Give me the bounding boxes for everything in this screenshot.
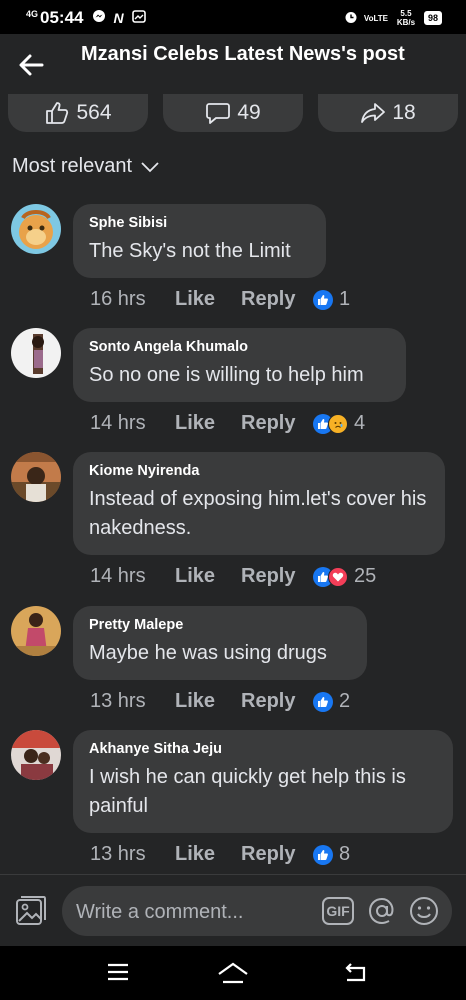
avatar[interactable] bbox=[11, 606, 61, 656]
comments-count-button[interactable]: 49 bbox=[163, 94, 303, 132]
volte-indicator: VoLTE bbox=[363, 13, 388, 23]
comment-bubble[interactable]: Sphe Sibisi The Sky's not the Limit bbox=[73, 204, 326, 278]
comment-time: 13 hrs bbox=[90, 843, 146, 865]
love-reaction-icon bbox=[328, 566, 348, 587]
battery-indicator: 98 bbox=[423, 11, 442, 25]
avatar[interactable] bbox=[11, 730, 61, 780]
like-reaction-icon bbox=[313, 289, 333, 310]
page-title: Mzansi Celebs Latest News's post bbox=[81, 43, 405, 65]
comment-time: 14 hrs bbox=[90, 412, 146, 434]
avatar[interactable] bbox=[11, 204, 61, 254]
reaction-count: 1 bbox=[339, 288, 351, 310]
home-icon[interactable] bbox=[216, 961, 250, 985]
shares-count-button[interactable]: 18 bbox=[318, 94, 458, 132]
reply-button[interactable]: Reply bbox=[241, 690, 313, 713]
comment-text: So no one is willing to help him bbox=[89, 364, 364, 386]
reaction-summary[interactable]: 2 bbox=[313, 690, 350, 713]
comment-time: 16 hrs bbox=[90, 288, 146, 310]
like-button[interactable]: Like bbox=[175, 412, 241, 435]
comment-text: I wish he can quickly get help this is p… bbox=[89, 766, 406, 817]
reaction-count: 4 bbox=[354, 412, 366, 434]
reply-button[interactable]: Reply bbox=[241, 843, 313, 866]
comment-actions: 16 hrs Like Reply 1 bbox=[90, 288, 350, 311]
photo-icon[interactable] bbox=[14, 894, 48, 928]
recent-apps-icon[interactable] bbox=[106, 961, 130, 983]
gif-button[interactable]: GIF bbox=[322, 897, 354, 925]
reaction-summary[interactable]: 1 bbox=[313, 288, 350, 311]
sad-reaction-icon bbox=[328, 413, 348, 434]
comment-time: 14 hrs bbox=[90, 565, 146, 587]
like-button[interactable]: Like bbox=[175, 565, 241, 588]
comment-bubble[interactable]: Kiome Nyirenda Instead of exposing him.l… bbox=[73, 452, 445, 555]
comment-actions: 14 hrs Like Reply 4 bbox=[90, 412, 365, 435]
like-button[interactable]: Like bbox=[175, 288, 241, 311]
status-bar: 4G 05:44 N VoLTE 5.5 KB/s 98 bbox=[0, 0, 466, 34]
comment-input[interactable]: Write a comment... GIF bbox=[62, 886, 452, 936]
thumbs-up-icon bbox=[46, 102, 69, 124]
sort-label: Most relevant bbox=[12, 155, 133, 177]
comment-time: 13 hrs bbox=[90, 690, 146, 712]
avatar[interactable] bbox=[11, 328, 61, 378]
comment-text: The Sky's not the Limit bbox=[89, 240, 291, 262]
share-arrow-icon bbox=[361, 103, 386, 123]
comment-text: Instead of exposing him.let's cover his … bbox=[89, 488, 427, 539]
reaction-summary[interactable]: 4 bbox=[313, 412, 365, 435]
like-reaction-icon bbox=[313, 844, 333, 865]
reaction-count: 2 bbox=[339, 690, 351, 712]
comment-text: Maybe he was using drugs bbox=[89, 642, 327, 664]
data-speed: 5.5 KB/s bbox=[396, 9, 416, 27]
messenger-icon bbox=[92, 8, 106, 28]
reaction-count: 25 bbox=[354, 565, 377, 587]
chevron-down-icon bbox=[141, 161, 159, 172]
reply-button[interactable]: Reply bbox=[241, 288, 313, 311]
commenter-name[interactable]: Sonto Angela Khumalo bbox=[89, 339, 390, 355]
comment-bubble[interactable]: Sonto Angela Khumalo So no one is willin… bbox=[73, 328, 406, 402]
gallery-notification-icon bbox=[131, 8, 146, 28]
commenter-name[interactable]: Sphe Sibisi bbox=[89, 215, 310, 231]
emoji-icon[interactable] bbox=[408, 895, 440, 927]
comment-bubble-icon bbox=[206, 103, 231, 124]
reply-button[interactable]: Reply bbox=[241, 565, 313, 588]
comment-sort-dropdown[interactable]: Most relevant bbox=[12, 155, 160, 178]
shares-count: 18 bbox=[392, 101, 416, 124]
comment-placeholder: Write a comment... bbox=[76, 901, 244, 923]
commenter-name[interactable]: Akhanye Sitha Jeju bbox=[89, 741, 437, 757]
commenter-name[interactable]: Kiome Nyirenda bbox=[89, 463, 429, 479]
like-reaction-icon bbox=[313, 691, 333, 712]
back-nav-icon[interactable] bbox=[342, 961, 368, 983]
system-nav-bar bbox=[0, 946, 466, 1000]
like-button[interactable]: Like bbox=[175, 843, 241, 866]
reaction-summary[interactable]: 25 bbox=[313, 565, 376, 588]
comment-actions: 13 hrs Like Reply 2 bbox=[90, 690, 350, 713]
post-stats: 564 49 18 bbox=[0, 94, 466, 134]
notification-n-icon: N bbox=[113, 10, 124, 26]
commenter-name[interactable]: Pretty Malepe bbox=[89, 617, 351, 633]
comment-actions: 13 hrs Like Reply 8 bbox=[90, 843, 350, 866]
reaction-summary[interactable]: 8 bbox=[313, 843, 350, 866]
likes-count-button[interactable]: 564 bbox=[8, 94, 148, 132]
comments-count: 49 bbox=[237, 101, 261, 124]
avatar[interactable] bbox=[11, 452, 61, 502]
page-header: Mzansi Celebs Latest News's post bbox=[0, 34, 466, 94]
comment-bubble[interactable]: Pretty Malepe Maybe he was using drugs bbox=[73, 606, 367, 680]
alarm-icon bbox=[344, 10, 358, 26]
back-arrow-icon[interactable] bbox=[18, 52, 44, 78]
reply-button[interactable]: Reply bbox=[241, 412, 313, 435]
like-button[interactable]: Like bbox=[175, 690, 241, 713]
likes-count: 564 bbox=[76, 101, 112, 124]
network-type: 4G bbox=[26, 9, 39, 19]
comment-composer: Write a comment... GIF bbox=[0, 874, 466, 946]
comment-bubble[interactable]: Akhanye Sitha Jeju I wish he can quickly… bbox=[73, 730, 453, 833]
status-time: 05:44 bbox=[40, 8, 84, 27]
comment-actions: 14 hrs Like Reply 25 bbox=[90, 565, 376, 588]
mention-icon[interactable] bbox=[366, 895, 398, 927]
reaction-count: 8 bbox=[339, 843, 351, 865]
